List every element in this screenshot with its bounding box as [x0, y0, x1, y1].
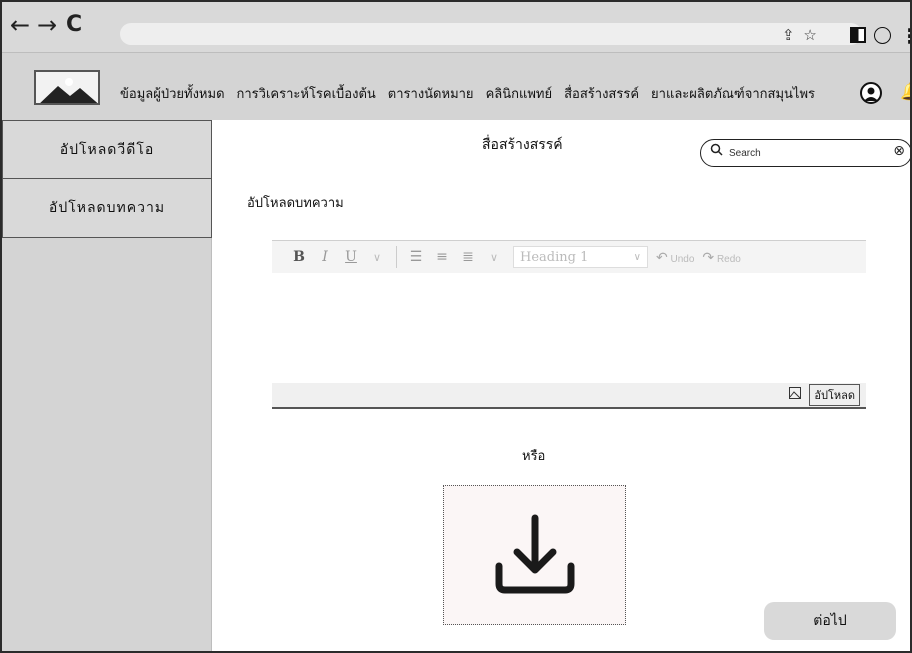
menu-dots-icon[interactable]: ⋮ — [900, 24, 910, 48]
bold-button[interactable]: B — [286, 249, 312, 265]
address-bar[interactable] — [120, 23, 862, 45]
format-dropdown-icon[interactable]: ∨ — [364, 251, 390, 264]
nav-item-clinic[interactable]: คลินิกแพทย์ — [486, 83, 553, 104]
reload-icon[interactable]: C — [66, 8, 82, 42]
underline-button[interactable]: U — [338, 249, 364, 265]
or-label: หรือ — [522, 449, 546, 464]
align-icon[interactable]: ≣ — [455, 249, 481, 265]
nav-item-creative-media[interactable]: สื่อสร้างสรรค์ — [564, 83, 639, 104]
sidebar: อัปโหลดวีดีโอ อัปโหลดบทความ — [2, 120, 212, 651]
editor-content-area[interactable] — [272, 273, 866, 383]
user-icon[interactable] — [860, 82, 882, 104]
forward-icon[interactable]: → — [37, 8, 57, 42]
redo-label: Redo — [716, 253, 741, 265]
redo-icon: ↷ — [702, 248, 715, 265]
section-label: อัปโหลดบทความ — [247, 196, 344, 211]
undo-icon: ↶ — [656, 248, 668, 265]
editor-statusbar: อัปโหลด — [272, 383, 866, 409]
star-icon[interactable]: ☆ — [803, 26, 816, 44]
undo-button[interactable]: ↶ Undo — [656, 249, 694, 266]
undo-label: Undo — [670, 253, 695, 265]
upload-button[interactable]: อัปโหลด — [809, 384, 860, 406]
editor-toolbar: B I U ∨ ☰ ≡ ≣ ∨ Heading 1 ∨ ↶ Undo ↷ Red… — [272, 241, 866, 273]
nav-item-herbal[interactable]: ยาและผลิตภัณฑ์จากสมุนไพร — [651, 83, 815, 104]
redo-button[interactable]: ↷ Redo — [702, 249, 740, 266]
rich-text-editor: B I U ∨ ☰ ≡ ≣ ∨ Heading 1 ∨ ↶ Undo ↷ Red… — [272, 240, 866, 409]
heading-select[interactable]: Heading 1 ∨ — [513, 246, 648, 268]
sidebar-item-upload-article[interactable]: อัปโหลดบทความ — [2, 179, 212, 238]
next-button[interactable]: ต่อไป — [764, 602, 896, 640]
search-icon — [710, 143, 723, 160]
heading-value: Heading 1 — [520, 249, 589, 265]
back-icon[interactable]: ← — [10, 8, 30, 42]
download-icon — [495, 514, 575, 594]
search-input[interactable] — [729, 145, 879, 161]
toolbar-divider — [396, 246, 397, 268]
profile-circle-icon[interactable] — [874, 27, 891, 44]
app-frame: ← → C ⇪ ☆ ⋮ ข้อมูลผู้ป่วยทั้งหมด การวิเค… — [0, 0, 912, 653]
bullet-list-icon[interactable]: ☰ — [403, 249, 429, 265]
clear-search-icon[interactable]: ⊗ — [893, 143, 905, 159]
chevron-down-icon: ∨ — [633, 251, 641, 263]
insert-image-icon[interactable] — [789, 387, 802, 403]
numbered-list-icon[interactable]: ≡ — [429, 249, 455, 265]
nav-item-patients[interactable]: ข้อมูลผู้ป่วยทั้งหมด — [120, 83, 225, 104]
search-box: ⊗ — [700, 139, 910, 167]
logo-image-icon[interactable] — [34, 70, 100, 105]
page-title: สื่อสร้างสรรค์ — [482, 137, 563, 153]
top-nav: ข้อมูลผู้ป่วยทั้งหมด การวิเคราะห์โรคเบื้… — [2, 53, 910, 120]
bell-icon[interactable]: 🔔 — [900, 81, 910, 102]
browser-bar: ← → C ⇪ ☆ ⋮ — [2, 2, 910, 53]
align-dropdown-icon[interactable]: ∨ — [481, 251, 507, 264]
address-actions: ⇪ ☆ — [782, 26, 821, 44]
share-icon[interactable]: ⇪ — [782, 26, 795, 44]
italic-button[interactable]: I — [312, 249, 338, 265]
image-placeholder-icon — [40, 78, 98, 103]
sidepanel-icon[interactable] — [850, 27, 866, 43]
nav-menu: ข้อมูลผู้ป่วยทั้งหมด การวิเคราะห์โรคเบื้… — [120, 83, 815, 104]
nav-item-appointments[interactable]: ตารางนัดหมาย — [388, 83, 474, 104]
nav-item-diagnosis[interactable]: การวิเคราะห์โรคเบื้องต้น — [237, 83, 376, 104]
sidebar-item-upload-video[interactable]: อัปโหลดวีดีโอ — [2, 120, 212, 179]
file-dropzone[interactable] — [443, 485, 626, 625]
